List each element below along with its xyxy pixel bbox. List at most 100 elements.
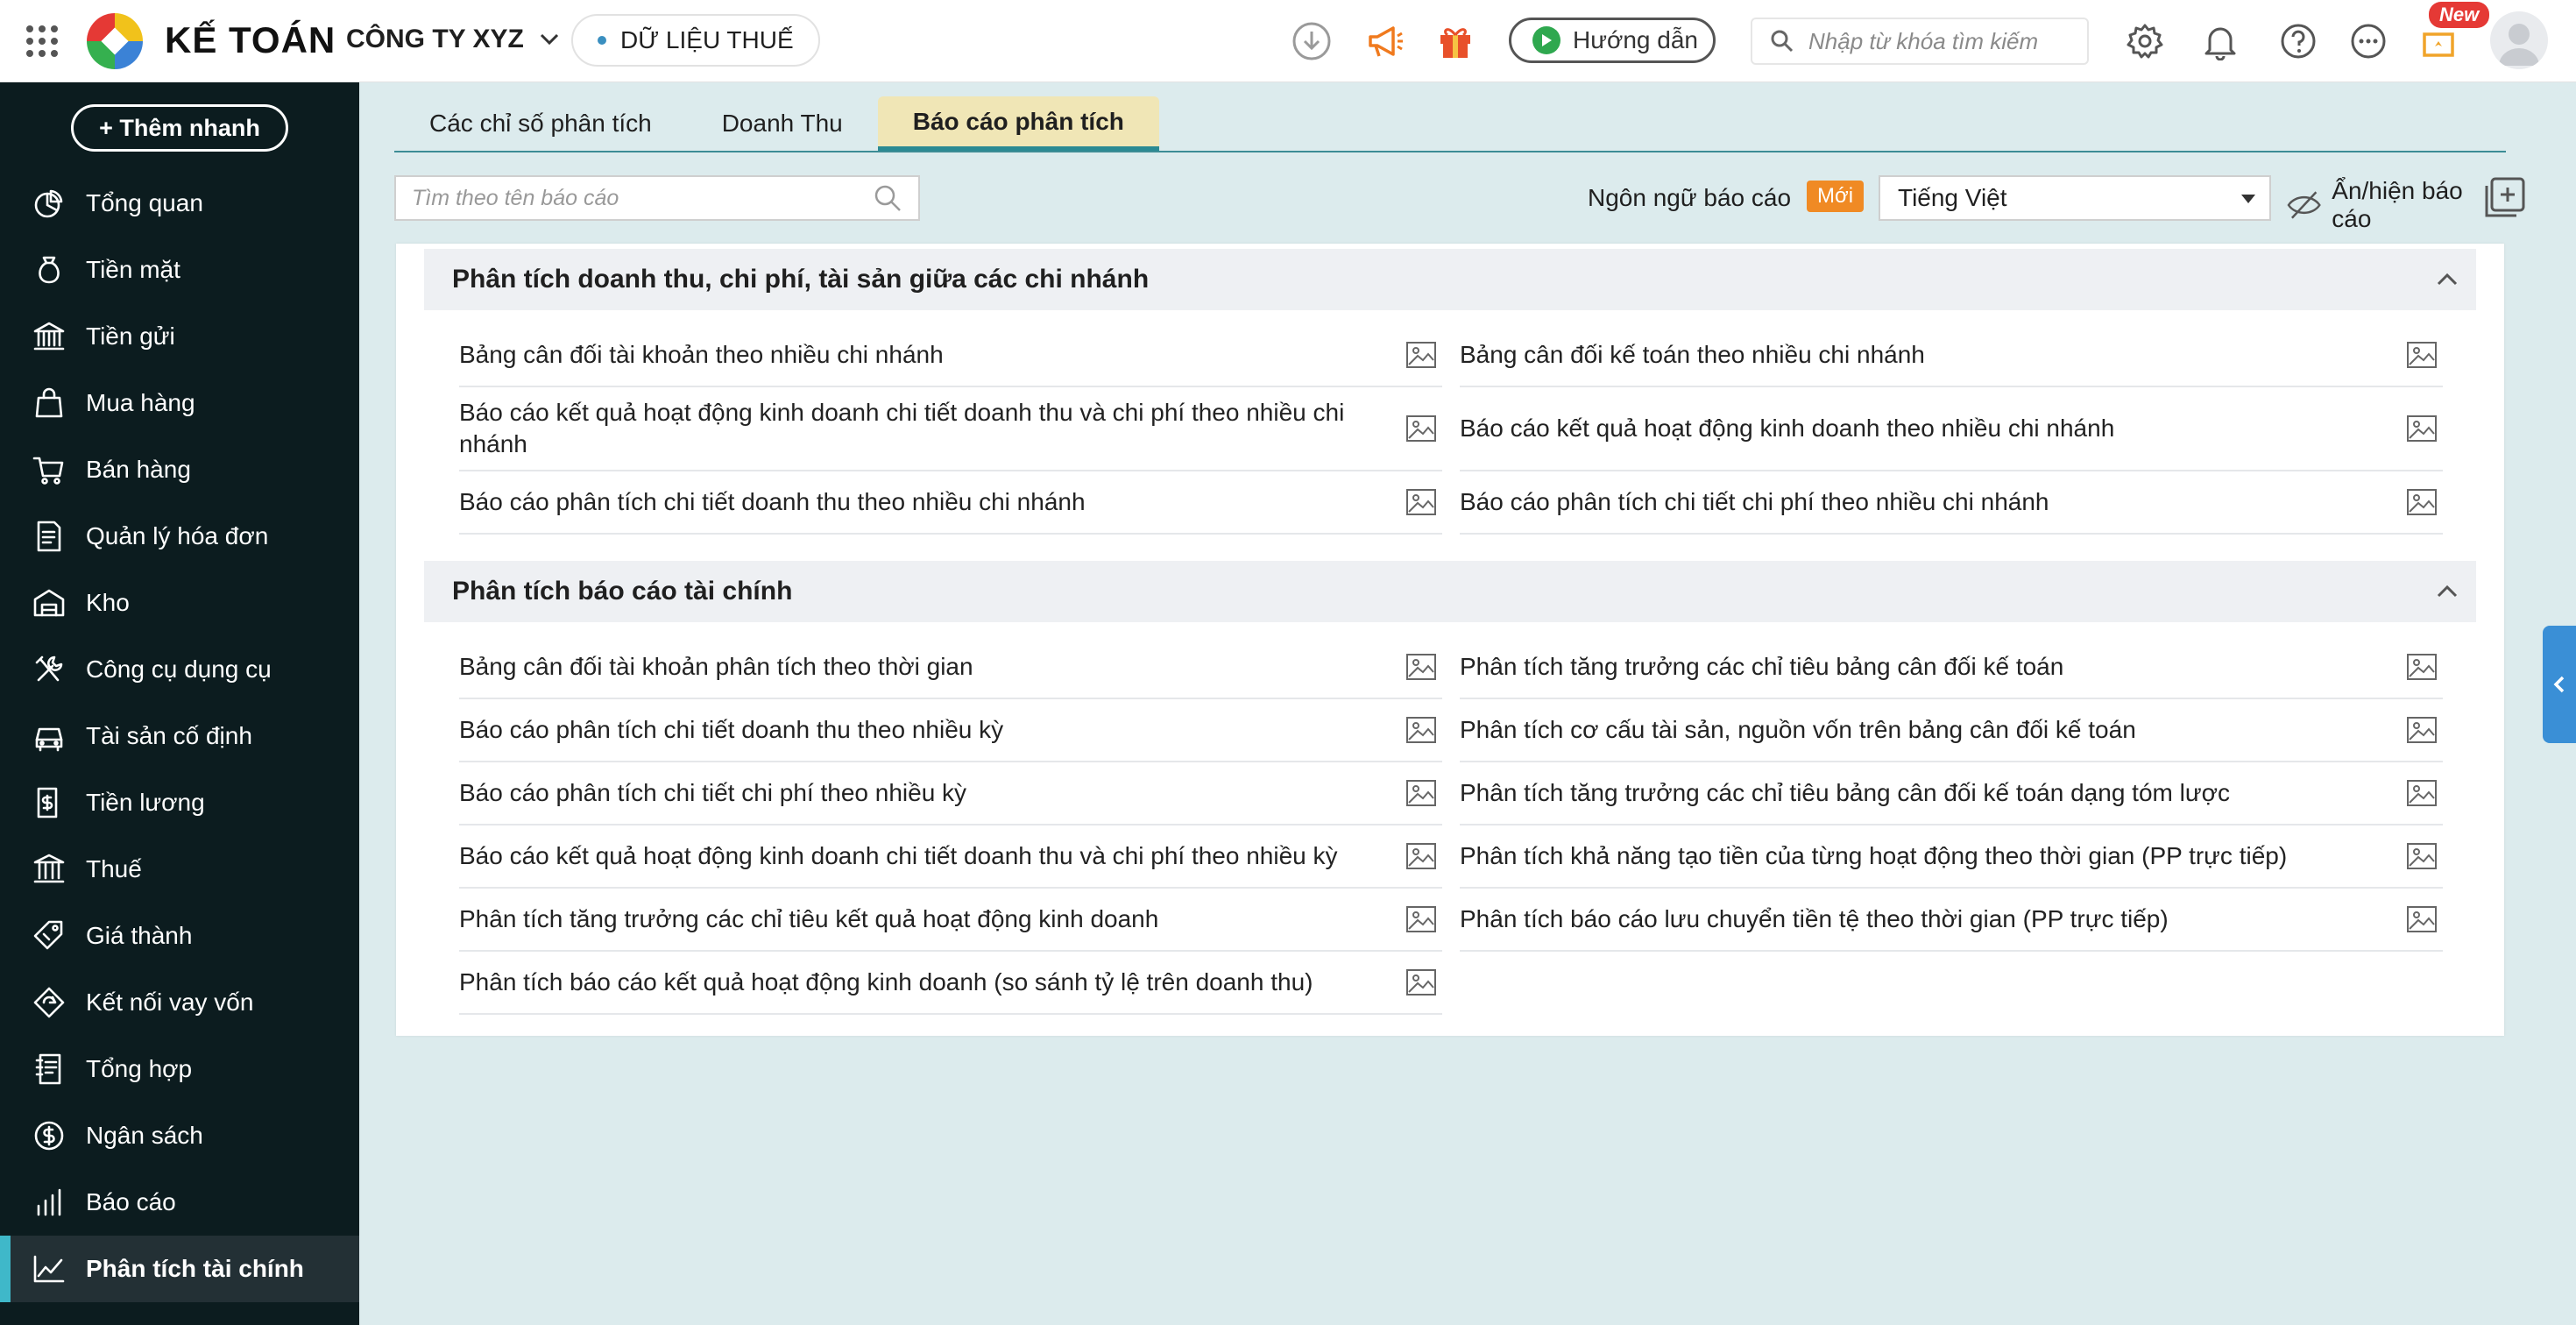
report-language-label: Ngôn ngữ báo cáo <box>1588 184 1792 211</box>
more-options-icon[interactable] <box>2348 21 2388 61</box>
user-avatar[interactable] <box>2490 11 2548 69</box>
image-preview-icon[interactable] <box>2406 653 2438 681</box>
global-search-input[interactable] <box>1808 27 2071 55</box>
tax-building-icon <box>33 854 65 883</box>
sidebar-item[interactable]: Tiền lương <box>0 769 359 836</box>
report-item[interactable]: Báo cáo kết quả hoạt động kinh doanh chi… <box>459 825 1442 889</box>
add-report-icon[interactable] <box>2485 177 2525 217</box>
chevron-up-icon[interactable] <box>2436 268 2459 291</box>
report-item[interactable]: Báo cáo phân tích chi tiết doanh thu the… <box>459 699 1442 762</box>
image-preview-icon[interactable] <box>1405 905 1437 933</box>
report-panel: Phân tích doanh thu, chi phí, tài sản gi… <box>396 244 2504 1036</box>
image-preview-icon[interactable] <box>1405 341 1437 369</box>
shopping-bag-icon <box>35 387 63 418</box>
sidebar-item[interactable]: Tổng hợp <box>0 1036 359 1102</box>
megaphone-icon[interactable] <box>1365 21 1405 61</box>
report-item[interactable]: Bảng cân đối kế toán theo nhiều chi nhán… <box>1460 324 2443 387</box>
report-item[interactable]: Báo cáo phân tích chi tiết chi phí theo … <box>1460 471 2443 535</box>
tab[interactable]: Báo cáo phân tích <box>877 96 1159 151</box>
guide-button[interactable]: Hướng dẫn <box>1509 18 1716 63</box>
search-icon[interactable] <box>873 183 902 213</box>
sidebar-item[interactable]: Bán hàng <box>0 436 359 503</box>
report-group-header[interactable]: Phân tích báo cáo tài chính <box>424 561 2476 622</box>
sidebar-item[interactable]: Tài sản cố định <box>0 703 359 769</box>
sidebar-item[interactable]: Quản lý hóa đơn <box>0 503 359 570</box>
tab[interactable]: Các chỉ số phân tích <box>394 96 687 151</box>
image-preview-icon[interactable] <box>1405 415 1437 443</box>
report-item[interactable]: Phân tích cơ cấu tài sản, nguồn vốn trên… <box>1460 699 2443 762</box>
image-preview-icon[interactable] <box>1405 488 1437 516</box>
download-icon[interactable] <box>1292 21 1332 61</box>
budget-icon <box>34 1121 64 1151</box>
apps-grid-icon[interactable] <box>25 24 60 59</box>
toggle-report-visibility[interactable]: Ẩn/hiện báo cáo <box>2287 177 2506 233</box>
report-item[interactable]: Phân tích tăng trưởng các chỉ tiêu kết q… <box>459 889 1442 952</box>
image-preview-icon[interactable] <box>2406 341 2438 369</box>
report-item[interactable]: Phân tích khả năng tạo tiền của từng hoạ… <box>1460 825 2443 889</box>
report-item-label: Phân tích tăng trưởng các chỉ tiêu kết q… <box>459 905 1159 932</box>
report-item-label: Bảng cân đối kế toán theo nhiều chi nhán… <box>1460 341 1925 368</box>
sidebar-item[interactable]: Báo cáo <box>0 1169 359 1236</box>
notification-bell-icon[interactable] <box>2200 21 2240 61</box>
report-search[interactable] <box>394 175 920 221</box>
sidebar-item[interactable]: Mua hàng <box>0 370 359 436</box>
bar-chart-icon <box>37 1188 61 1216</box>
gift-icon[interactable] <box>1435 21 1476 61</box>
report-item[interactable]: Bảng cân đối tài khoản phân tích theo th… <box>459 636 1442 699</box>
report-item[interactable]: Báo cáo phân tích chi tiết doanh thu the… <box>459 471 1442 535</box>
report-item-label: Báo cáo phân tích chi tiết chi phí theo … <box>459 779 967 806</box>
sidebar-item[interactable]: Tiền gửi <box>0 303 359 370</box>
report-item[interactable]: Bảng cân đối tài khoản theo nhiều chi nh… <box>459 324 1442 387</box>
sidebar-item[interactable]: Tiền mặt <box>0 237 359 303</box>
report-item[interactable]: Phân tích tăng trưởng các chỉ tiêu bảng … <box>1460 762 2443 825</box>
image-preview-icon[interactable] <box>2406 905 2438 933</box>
image-preview-icon[interactable] <box>1405 779 1437 807</box>
tax-data-button[interactable]: DỮ LIỆU THUẾ <box>571 14 820 67</box>
report-item[interactable]: Báo cáo phân tích chi tiết chi phí theo … <box>459 762 1442 825</box>
sidebar-item[interactable]: Giá thành <box>0 903 359 969</box>
settings-gear-icon[interactable] <box>2125 21 2165 61</box>
quick-add-button[interactable]: + Thêm nhanh <box>71 104 288 152</box>
report-item-label: Bảng cân đối tài khoản theo nhiều chi nh… <box>459 341 944 368</box>
app-logo-icon[interactable] <box>86 12 144 70</box>
image-preview-icon[interactable] <box>2406 716 2438 744</box>
report-item[interactable]: Phân tích báo cáo kết quả hoạt động kinh… <box>459 952 1442 1015</box>
new-feature-badge: Mới <box>1807 181 1865 212</box>
tab[interactable]: Doanh Thu <box>687 96 878 151</box>
dropdown-arrow-icon <box>2241 195 2255 203</box>
global-search[interactable] <box>1751 18 2089 65</box>
report-language-select[interactable]: Tiếng Việt <box>1879 175 2271 221</box>
image-preview-icon[interactable] <box>1405 842 1437 870</box>
sidebar-item[interactable]: Thuế <box>0 836 359 903</box>
image-preview-icon[interactable] <box>2406 415 2438 443</box>
report-item-label: Bảng cân đối tài khoản phân tích theo th… <box>459 653 973 680</box>
sidebar-item[interactable]: Ngân sách <box>0 1102 359 1169</box>
image-preview-icon[interactable] <box>1405 653 1437 681</box>
report-item[interactable]: Phân tích báo cáo lưu chuyển tiền tệ the… <box>1460 889 2443 952</box>
report-group-header[interactable]: Phân tích doanh thu, chi phí, tài sản gi… <box>424 249 2476 310</box>
sidebar-item[interactable]: Phân tích tài chính <box>0 1236 359 1302</box>
sidebar-item[interactable]: Tổng quan <box>0 170 359 237</box>
report-search-input[interactable] <box>412 185 873 211</box>
help-icon[interactable] <box>2278 21 2318 61</box>
company-selector[interactable]: CÔNG TY XYZ <box>346 25 561 54</box>
chevron-down-icon <box>540 33 558 46</box>
report-item[interactable]: Phân tích tăng trưởng các chỉ tiêu bảng … <box>1460 636 2443 699</box>
payroll-icon <box>37 787 58 818</box>
image-preview-icon[interactable] <box>2406 779 2438 807</box>
image-preview-icon[interactable] <box>1405 716 1437 744</box>
new-badge: New <box>2429 2 2490 28</box>
report-item-label: Phân tích báo cáo kết quả hoạt động kinh… <box>459 968 1313 996</box>
report-item[interactable]: Báo cáo kết quả hoạt động kinh doanh chi… <box>459 387 1442 471</box>
image-preview-icon[interactable] <box>2406 488 2438 516</box>
side-panel-toggle[interactable] <box>2543 626 2576 743</box>
sidebar: + Thêm nhanh Tổng quan Tiền mặt Tiền gửi… <box>0 82 359 1325</box>
sidebar-item[interactable]: Công cụ dụng cụ <box>0 636 359 703</box>
sidebar-item[interactable]: Kho <box>0 570 359 636</box>
report-item[interactable]: Báo cáo kết quả hoạt động kinh doanh the… <box>1460 387 2443 471</box>
image-preview-icon[interactable] <box>2406 842 2438 870</box>
chevron-up-icon[interactable] <box>2436 580 2459 603</box>
image-preview-icon[interactable] <box>1405 968 1437 996</box>
sidebar-item[interactable]: Kết nối vay vốn <box>0 969 359 1036</box>
sidebar-item-label: Thuế <box>86 855 142 882</box>
